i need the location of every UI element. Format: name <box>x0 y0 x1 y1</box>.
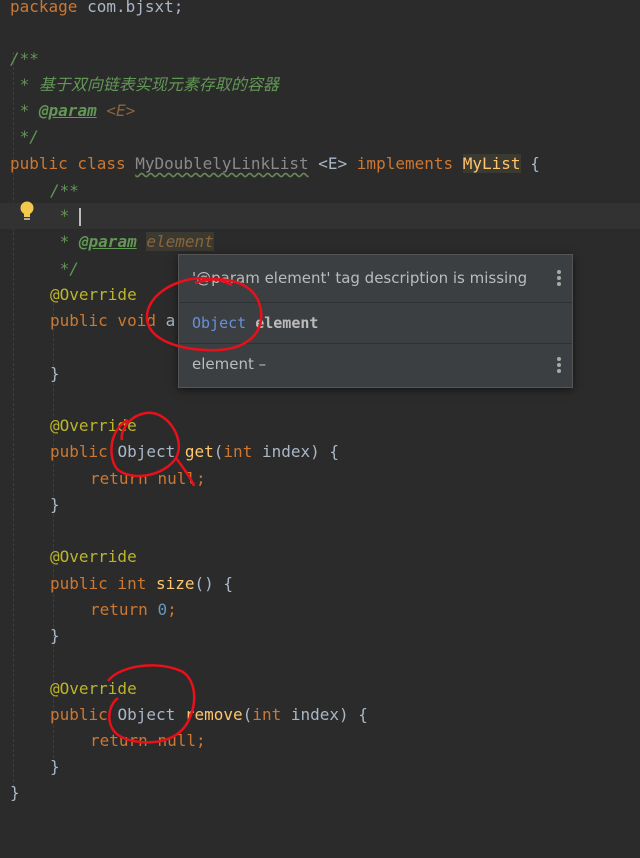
red-circle-marker <box>145 276 263 352</box>
red-circle-marker <box>107 664 196 744</box>
red-circle-marker <box>110 411 196 487</box>
annotation-overlay <box>107 276 263 744</box>
